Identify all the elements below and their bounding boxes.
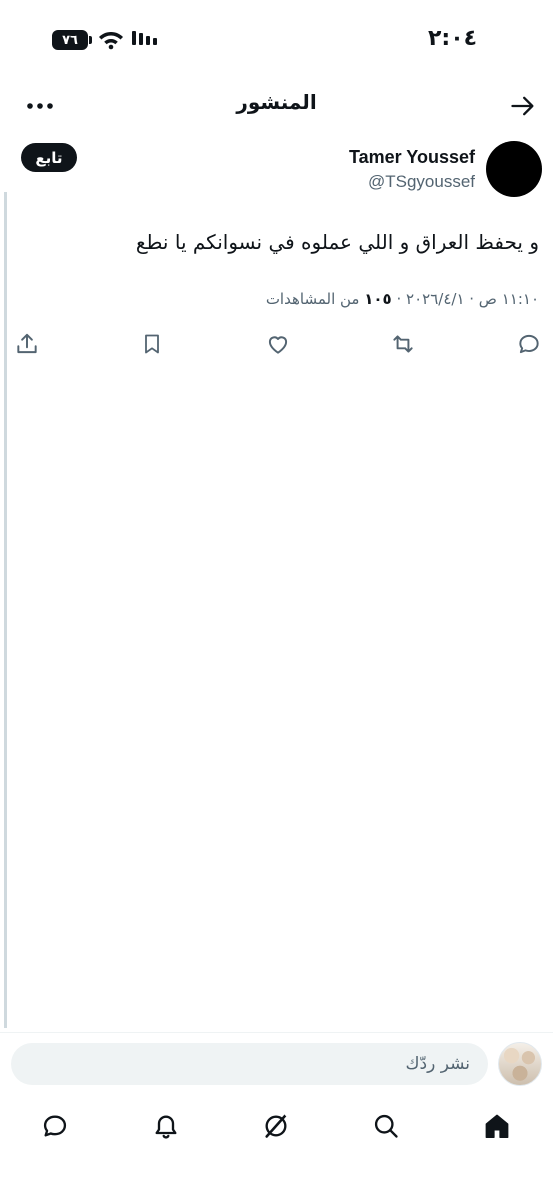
post-text: و يحفظ العراق و اللي عملوه في نسوانكم يا… <box>135 230 539 254</box>
post-meta: ١١:١٠ ص · ٢٠٢٦/٤/١ · ١٠٥ من المشاهدات <box>19 290 539 308</box>
more-options-icon[interactable] <box>24 92 56 120</box>
views-label[interactable]: من المشاهدات <box>266 290 360 308</box>
post-timestamp: ١١:١٠ ص · ٢٠٢٦/٤/١ <box>406 290 539 308</box>
bookmark-icon[interactable] <box>138 330 166 358</box>
views-count[interactable]: ١٠٥ <box>364 290 391 308</box>
author-name[interactable]: Tamer Youssef <box>349 147 475 168</box>
search-icon[interactable] <box>370 1110 402 1142</box>
signal-icon <box>132 31 157 45</box>
home-icon[interactable] <box>481 1110 513 1142</box>
user-avatar[interactable] <box>498 1042 542 1086</box>
author-handle[interactable]: @TSgyoussef <box>368 172 475 192</box>
battery-indicator: ٧٦ <box>52 30 92 50</box>
retweet-icon[interactable] <box>389 330 417 358</box>
follow-button[interactable]: تابع <box>21 143 77 172</box>
share-icon[interactable] <box>13 330 41 358</box>
status-time: ٢:٠٤ <box>428 26 478 51</box>
author-avatar[interactable] <box>486 141 542 197</box>
grok-icon[interactable] <box>260 1110 292 1142</box>
page-title: المنشور <box>236 90 317 114</box>
messages-icon[interactable] <box>39 1110 71 1142</box>
meta-separator: · <box>391 290 402 308</box>
wifi-icon <box>98 28 124 54</box>
reply-icon[interactable] <box>515 330 543 358</box>
thread-rail <box>4 192 7 1028</box>
notifications-icon[interactable] <box>150 1110 182 1142</box>
divider <box>0 1032 553 1033</box>
reply-input[interactable] <box>11 1043 488 1085</box>
like-icon[interactable] <box>264 330 292 358</box>
